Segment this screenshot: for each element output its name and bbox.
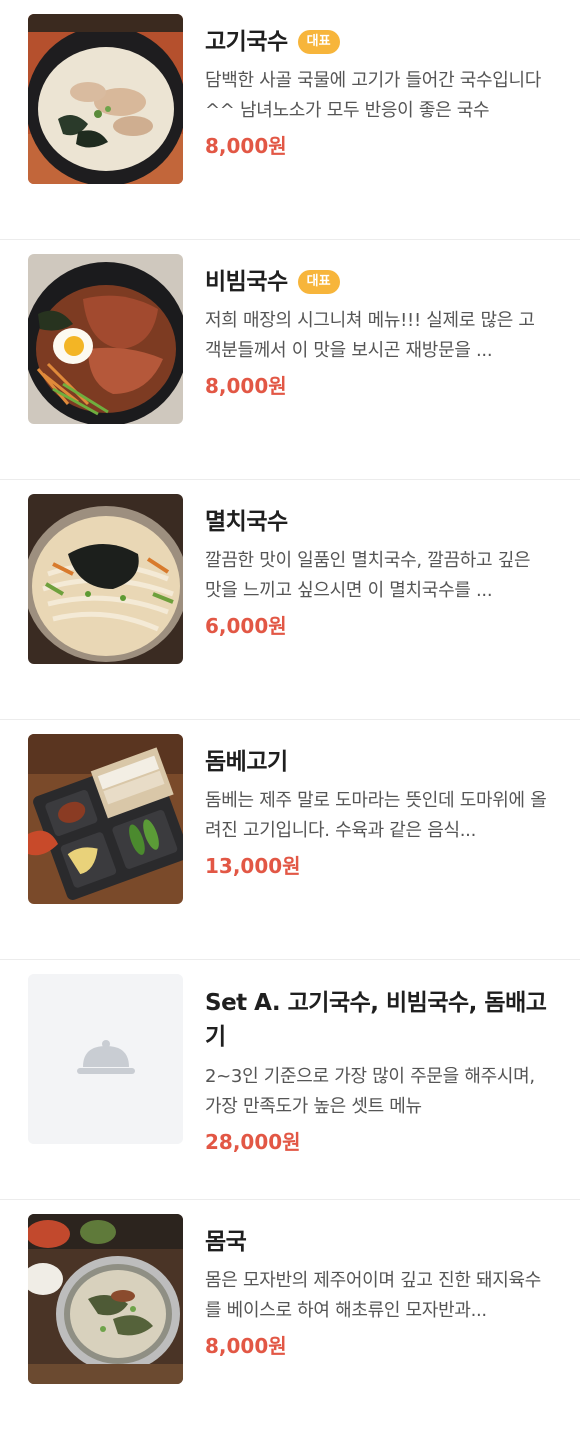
- menu-item-price: 6,000원: [205, 614, 287, 638]
- menu-item-name: 고기국수: [205, 29, 288, 55]
- menu-item-myeolchi-guksu[interactable]: 멸치국수 깔끔한 맛이 일품인 멸치국수, 깔끔하고 깊은 맛을 느끼고 싶으시…: [0, 480, 580, 720]
- menu-item-description: 저희 매장의 시그니쳐 메뉴!!! 실제로 많은 고객분들께서 이 맛을 보시곤…: [205, 310, 535, 361]
- spicy-noodle-photo: [28, 254, 183, 424]
- pork-noodle-photo: [28, 14, 183, 184]
- signature-badge: 대표: [297, 30, 340, 54]
- dombe-pork-photo: [28, 734, 183, 904]
- menu-item-price: 8,000원: [205, 374, 287, 398]
- menu-item-name: 돔베고기: [205, 749, 288, 775]
- menu-item-description: 몸은 모자반의 제주어이며 깊고 진한 돼지육수를 베이스로 하여 해초류인 모…: [205, 1270, 542, 1321]
- menu-item-price: 28,000원: [205, 1130, 301, 1154]
- menu-item-name: Set A. 고기국수, 비빔국수, 돔배고기: [205, 990, 547, 1050]
- menu-item-info: Set A. 고기국수, 비빔국수, 돔배고기 2~3인 기준으로 가장 많이 …: [205, 986, 555, 1156]
- menu-item-info: 고기국수 대표 담백한 사골 국물에 고기가 들어간 국수입니다^^ 남녀노소가…: [205, 26, 555, 160]
- menu-item-name: 비빔국수: [205, 269, 288, 295]
- menu-item-info: 멸치국수 깔끔한 맛이 일품인 멸치국수, 깔끔하고 깊은 맛을 느끼고 싶으시…: [205, 506, 555, 640]
- menu-item-price: 8,000원: [205, 1334, 287, 1358]
- menu-item-info: 몸국 몸은 모자반의 제주어이며 깊고 진한 돼지육수를 베이스로 하여 해초류…: [205, 1226, 555, 1360]
- menu-item-description: 깔끔한 맛이 일품인 멸치국수, 깔끔하고 깊은 맛을 느끼고 싶으시면 이 멸…: [205, 550, 531, 601]
- menu-item-name: 몸국: [205, 1229, 247, 1255]
- cloche-icon: [28, 974, 183, 1144]
- menu-item-info: 돔베고기 돔베는 제주 말로 도마라는 뜻인데 도마위에 올려진 고기입니다. …: [205, 746, 555, 880]
- image-placeholder: [28, 974, 183, 1144]
- menu-item-info: 비빔국수 대표 저희 매장의 시그니쳐 메뉴!!! 실제로 많은 고객분들께서 …: [205, 266, 555, 400]
- anchovy-noodle-photo: [28, 494, 183, 664]
- menu-item-dombe-gogi[interactable]: 돔베고기 돔베는 제주 말로 도마라는 뜻인데 도마위에 올려진 고기입니다. …: [0, 720, 580, 960]
- momguk-soup-photo: [28, 1214, 183, 1384]
- menu-item-price: 13,000원: [205, 854, 301, 878]
- signature-badge: 대표: [297, 270, 340, 294]
- menu-item-name: 멸치국수: [205, 509, 288, 535]
- menu-item-momguk[interactable]: 몸국 몸은 모자반의 제주어이며 깊고 진한 돼지육수를 베이스로 하여 해초류…: [0, 1200, 580, 1430]
- menu-list: 고기국수 대표 담백한 사골 국물에 고기가 들어간 국수입니다^^ 남녀노소가…: [0, 0, 580, 1430]
- menu-item-price: 8,000원: [205, 134, 287, 158]
- menu-item-description: 2~3인 기준으로 가장 많이 주문을 해주시며, 가장 만족도가 높은 셋트 …: [205, 1066, 535, 1117]
- menu-item-set-a[interactable]: Set A. 고기국수, 비빔국수, 돔배고기 2~3인 기준으로 가장 많이 …: [0, 960, 580, 1200]
- menu-item-description: 담백한 사골 국물에 고기가 들어간 국수입니다^^ 남녀노소가 모두 반응이 …: [205, 70, 542, 121]
- menu-item-bibim-guksu[interactable]: 비빔국수 대표 저희 매장의 시그니쳐 메뉴!!! 실제로 많은 고객분들께서 …: [0, 240, 580, 480]
- menu-item-description: 돔베는 제주 말로 도마라는 뜻인데 도마위에 올려진 고기입니다. 수육과 같…: [205, 790, 547, 841]
- menu-item-gogi-guksu[interactable]: 고기국수 대표 담백한 사골 국물에 고기가 들어간 국수입니다^^ 남녀노소가…: [0, 0, 580, 240]
